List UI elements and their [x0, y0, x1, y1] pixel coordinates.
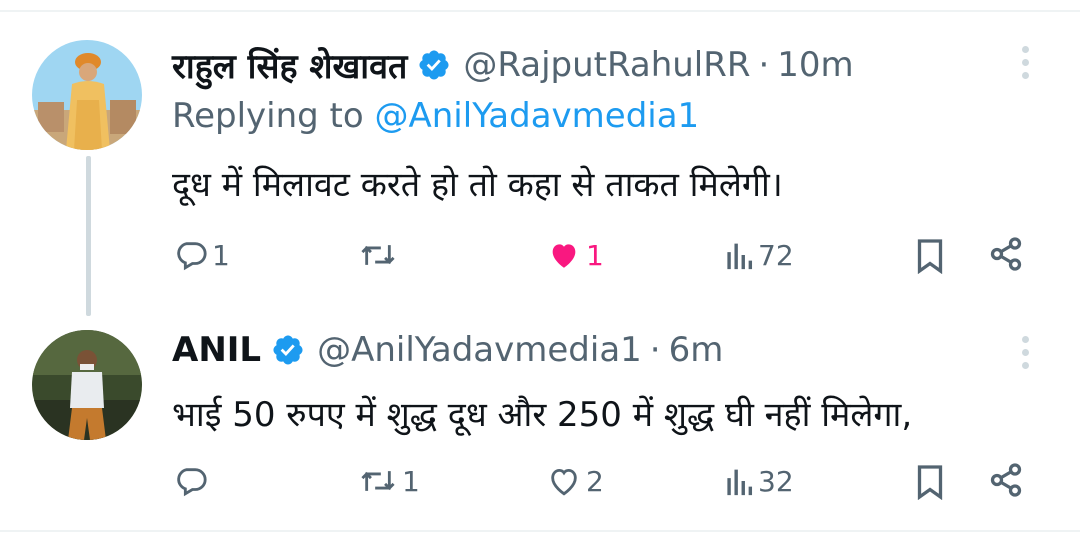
timestamp[interactable]: 6m — [669, 330, 724, 370]
views-count: 72 — [758, 238, 794, 272]
reply-button[interactable] — [174, 464, 212, 498]
like-icon — [551, 468, 577, 496]
bookmark-button[interactable] — [914, 238, 946, 274]
tweet-header: ANIL @AnilYadavmedia1 · 6m — [172, 330, 723, 370]
avatar-anil[interactable] — [32, 330, 142, 440]
retweet-button[interactable]: 1 — [358, 464, 420, 498]
bookmark-icon — [917, 239, 943, 274]
separator: · — [758, 45, 770, 85]
retweet-icon — [361, 245, 395, 265]
tweet-header: राहुल सिंह शेखावत @RajputRahulRR · 10m — [172, 42, 854, 88]
bookmark-icon — [917, 465, 943, 500]
bookmark-button[interactable] — [914, 464, 946, 500]
reply-icon — [177, 242, 207, 271]
retweet-count: 1 — [402, 464, 420, 498]
like-count: 2 — [586, 464, 604, 498]
reply-button[interactable]: 1 — [174, 238, 230, 272]
separator: · — [649, 330, 661, 370]
thread-connector — [86, 156, 91, 316]
retweet-button[interactable] — [358, 238, 402, 272]
share-icon — [990, 237, 1022, 271]
divider-top — [0, 10, 1080, 12]
share-icon — [990, 463, 1022, 497]
tweet-text: भाई 50 रुपए में शुद्ध दूध और 250 में शुद… — [172, 395, 913, 435]
avatar-rahul[interactable] — [32, 40, 142, 150]
replying-to: Replying to @AnilYadavmedia1 — [172, 96, 699, 136]
views-button[interactable]: 32 — [724, 464, 794, 498]
mention-link[interactable]: @AnilYadavmedia1 — [375, 96, 700, 136]
share-button[interactable] — [988, 236, 1024, 272]
like-button[interactable]: 1 — [546, 238, 604, 272]
reply-icon — [177, 468, 207, 497]
handle[interactable]: @RajputRahulRR — [463, 45, 750, 85]
tweet-text: दूध में मिलावट करते हो तो कहा से ताकत मि… — [172, 165, 783, 205]
reply-count: 1 — [212, 238, 230, 272]
views-count: 32 — [758, 464, 794, 498]
display-name[interactable]: राहुल सिंह शेखावत — [172, 42, 407, 88]
like-count: 1 — [586, 238, 604, 272]
verified-icon — [271, 333, 305, 367]
share-button[interactable] — [988, 462, 1024, 498]
views-button[interactable]: 72 — [724, 238, 794, 272]
more-icon[interactable] — [1020, 336, 1030, 376]
tweet-thread: राहुल सिंह शेखावत @RajputRahulRR · 10m R… — [0, 0, 1080, 544]
timestamp[interactable]: 10m — [777, 45, 853, 85]
display-name[interactable]: ANIL — [172, 330, 261, 370]
like-button[interactable]: 2 — [546, 464, 604, 498]
divider-bottom — [0, 530, 1080, 532]
handle[interactable]: @AnilYadavmedia1 — [317, 330, 642, 370]
more-icon[interactable] — [1020, 46, 1030, 86]
replying-prefix: Replying to — [172, 96, 375, 136]
views-icon — [727, 469, 753, 496]
retweet-icon — [361, 471, 395, 491]
like-icon — [552, 244, 576, 268]
views-icon — [727, 243, 753, 270]
verified-icon — [417, 48, 451, 82]
